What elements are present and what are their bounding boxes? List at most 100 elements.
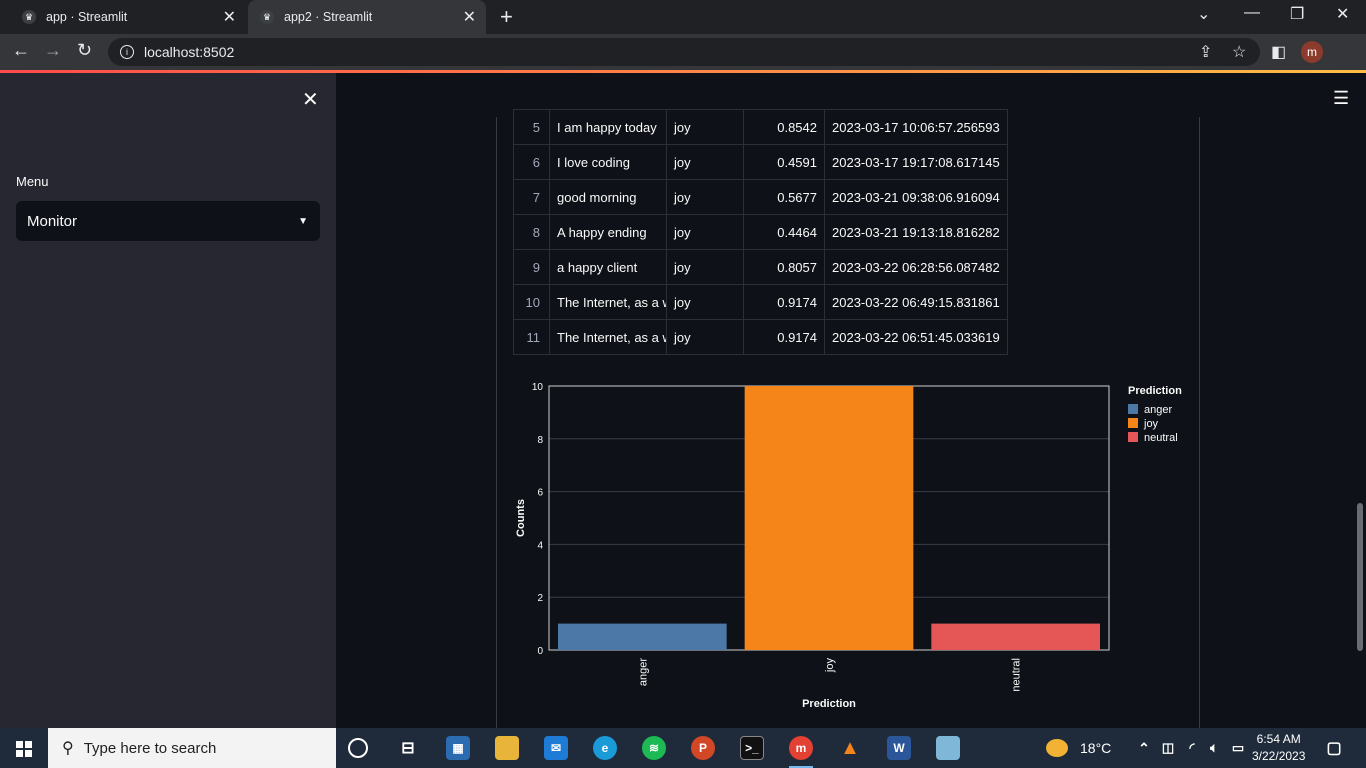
close-window-icon[interactable]: ✕ (1336, 4, 1349, 24)
meet-now-icon[interactable]: ◫ (1156, 736, 1180, 760)
x-tick-label: anger (637, 658, 649, 686)
taskbar-search-box[interactable]: ⚲ Type here to search (48, 728, 336, 768)
vlc-icon[interactable]: ▲ (838, 736, 862, 760)
cell-timestamp[interactable]: 2023-03-17 19:17:08.617145 (824, 144, 1008, 180)
share-icon[interactable]: ⇪ (1199, 42, 1212, 62)
profile-avatar[interactable]: m (1301, 41, 1323, 63)
tab-title: app2 · Streamlit (284, 10, 373, 24)
task-view-icon[interactable]: ⊟ (396, 736, 420, 760)
cell-prediction[interactable]: joy (666, 214, 744, 250)
row-index[interactable]: 7 (513, 179, 550, 215)
row-index[interactable]: 6 (513, 144, 550, 180)
cell-text[interactable]: I love coding (549, 144, 667, 180)
cell-timestamp[interactable]: 2023-03-22 06:49:15.831861 (824, 284, 1008, 320)
cell-prediction[interactable]: joy (666, 144, 744, 180)
cell-text[interactable]: a happy client (549, 249, 667, 285)
restore-icon[interactable]: ❐ (1290, 4, 1304, 24)
site-info-icon[interactable]: i (120, 45, 134, 59)
table-row[interactable]: 9 a happy client joy 0.8057 2023-03-22 06:2… (513, 249, 1008, 285)
volume-icon[interactable]: 🔈︎ (1202, 736, 1226, 760)
table-row[interactable]: 7 good morning joy 0.5677 2023-03-21 09:38:0… (513, 179, 1008, 215)
back-icon[interactable]: ← (12, 40, 30, 61)
close-tab-icon[interactable]: ✕ (463, 7, 476, 27)
taskbar-clock[interactable]: 6:54 AM 3/22/2023 (1252, 731, 1305, 765)
show-hidden-icons-icon[interactable]: ⌃ (1132, 736, 1156, 760)
row-index[interactable]: 9 (513, 249, 550, 285)
cell-probability[interactable]: 0.5677 (743, 179, 825, 215)
cell-text[interactable]: The Internet, as a w (549, 319, 667, 355)
bookmark-star-icon[interactable]: ☆ (1232, 42, 1246, 62)
close-sidebar-icon[interactable]: ✕ (302, 87, 319, 112)
cell-timestamp[interactable]: 2023-03-21 19:13:18.816282 (824, 214, 1008, 250)
cell-probability[interactable]: 0.4464 (743, 214, 825, 250)
menu-selectbox[interactable]: Monitor ▼ (16, 201, 320, 241)
new-tab-icon[interactable]: + (500, 4, 513, 30)
streamlit-favicon-icon: ♛ (22, 10, 36, 24)
temperature[interactable]: 18°C (1080, 740, 1111, 756)
cell-probability[interactable]: 0.8542 (743, 109, 825, 145)
legend-swatch-neutral (1128, 432, 1138, 442)
terminal-icon[interactable]: >_ (740, 736, 764, 760)
spotify-icon[interactable]: ≋ (642, 736, 666, 760)
cell-text[interactable]: I am happy today (549, 109, 667, 145)
battery-icon[interactable]: ▭ (1226, 736, 1250, 760)
legend-label: neutral (1144, 432, 1178, 444)
cell-timestamp[interactable]: 2023-03-21 09:38:06.916094 (824, 179, 1008, 215)
cell-prediction[interactable]: joy (666, 179, 744, 215)
row-index[interactable]: 10 (513, 284, 550, 320)
table-row[interactable]: 5I am happy today joy 0.8542 2023-03-17 10:… (513, 109, 1008, 145)
hamburger-menu-icon[interactable]: ☰ (1333, 88, 1349, 109)
notifications-icon[interactable]: ▢ (1322, 736, 1346, 760)
row-index[interactable]: 11 (513, 319, 550, 355)
tab-app2[interactable]: ♛ app2 · Streamlit ✕ (248, 0, 486, 34)
forward-icon[interactable]: → (44, 40, 62, 61)
notepad-icon[interactable] (936, 736, 960, 760)
side-panel-icon[interactable]: ◧ (1271, 42, 1286, 62)
cell-prediction[interactable]: joy (666, 109, 744, 145)
wifi-icon[interactable]: ◜ (1180, 736, 1204, 760)
bar-neutral[interactable] (931, 623, 1100, 650)
chrome-icon[interactable]: m (789, 736, 813, 768)
table-row[interactable]: 6I love coding joy 0.4591 2023-03-17 19:17:… (513, 144, 1008, 180)
prediction-bar-chart[interactable]: 0 2 4 6 8 10 anger joy neutral Prediction Counts Pr… (508, 376, 1198, 716)
bar-joy[interactable] (744, 386, 914, 650)
edge-icon[interactable]: e (593, 736, 617, 760)
chevron-down-icon: ▼ (298, 215, 308, 227)
cell-timestamp[interactable]: 2023-03-22 06:28:56.087482 (824, 249, 1008, 285)
cell-probability[interactable]: 0.4591 (743, 144, 825, 180)
row-index[interactable]: 5 (513, 109, 550, 145)
cell-text[interactable]: A happy ending (549, 214, 667, 250)
weather-icon[interactable] (1046, 739, 1068, 757)
cell-text[interactable]: The Internet, as a w (549, 284, 667, 320)
cell-text[interactable]: good morning (549, 179, 667, 215)
address-bar[interactable]: i localhost:8502 (108, 38, 1260, 66)
table-row[interactable]: 11 The Internet, as a w joy 0.9174 2023-03-2… (513, 319, 1008, 355)
cell-probability[interactable]: 0.9174 (743, 284, 825, 320)
row-index[interactable]: 8 (513, 214, 550, 250)
mail-icon[interactable]: ✉ (544, 736, 568, 760)
windows-start-icon[interactable] (16, 741, 32, 757)
tab-app[interactable]: ♛ app · Streamlit ✕ (8, 0, 246, 34)
legend-label: anger (1144, 404, 1172, 416)
bar-anger[interactable] (558, 623, 727, 650)
table-row[interactable]: 8A happy ending joy 0.4464 2023-03-21 19:13… (513, 214, 1008, 250)
tab-search-icon[interactable]: ⌄ (1197, 4, 1210, 24)
file-explorer-icon[interactable] (495, 736, 519, 760)
cell-timestamp[interactable]: 2023-03-22 06:51:45.033619 (824, 319, 1008, 355)
cell-probability[interactable]: 0.9174 (743, 319, 825, 355)
cell-probability[interactable]: 0.8057 (743, 249, 825, 285)
powerpoint-icon[interactable]: P (691, 736, 715, 760)
scrollbar[interactable] (1357, 503, 1363, 651)
minimize-icon[interactable]: — (1244, 4, 1260, 22)
close-tab-icon[interactable]: ✕ (223, 7, 236, 27)
cell-prediction[interactable]: joy (666, 249, 744, 285)
cell-prediction[interactable]: joy (666, 319, 744, 355)
cell-timestamp[interactable]: 2023-03-17 10:06:57.256593 (824, 109, 1008, 145)
reload-icon[interactable]: ↻ (77, 40, 92, 61)
cell-prediction[interactable]: joy (666, 284, 744, 320)
table-row[interactable]: 10 The Internet, as a w joy 0.9174 2023-03-2… (513, 284, 1008, 320)
data-table[interactable]: 5I am happy today joy 0.8542 2023-03-17 10:… (513, 109, 1008, 355)
cortana-icon[interactable] (348, 738, 368, 758)
word-icon[interactable]: W (887, 736, 911, 760)
microsoft-store-icon[interactable]: ▦ (446, 736, 470, 760)
